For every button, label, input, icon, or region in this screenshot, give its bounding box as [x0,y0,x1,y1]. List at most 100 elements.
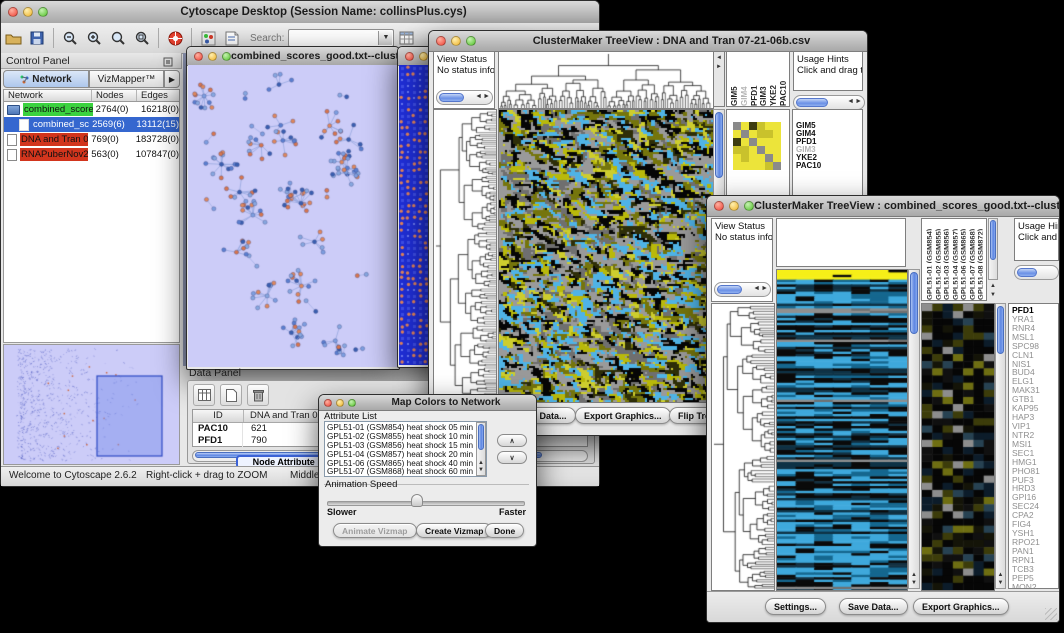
column-label[interactable]: GIM3 [759,52,766,106]
dialog-titlebar[interactable]: Map Colors to Network [319,395,536,411]
attribute-list-vscrollbar[interactable]: ▲ ▼ [476,422,486,476]
scroll-left-icon[interactable]: ◄ [847,96,854,108]
close-icon[interactable] [324,399,332,407]
column-label[interactable]: GPL51-01 (GSM854) [925,219,932,300]
column-dendrogram-canvas[interactable] [498,51,714,109]
gene-list-vscrollbar[interactable]: ▲ ▼ [995,303,1006,589]
delete-attribute-icon[interactable] [247,384,269,406]
slider-thumb[interactable] [411,494,423,507]
view-status-scrollbar[interactable]: ◄ ► [714,282,771,297]
attribute-list-item[interactable]: GPL51-07 (GSM868) heat shock 60 min [327,467,486,476]
scroll-down-icon[interactable]: ▼ [909,580,919,587]
scroll-right-icon[interactable]: ► [855,96,862,108]
attribute-list-item[interactable]: GPL51-06 (GSM865) heat shock 40 min [327,459,486,468]
network-list-row[interactable]: RNAPuberNov2+I 563(0) 107847(0) [4,147,179,162]
gene-label[interactable]: MON2 [1012,583,1058,589]
id-column-header[interactable]: ID [193,410,244,422]
help-lifering-icon[interactable] [163,27,187,49]
treeview-button[interactable]: Settings... [765,598,826,615]
column-label[interactable]: GPL51-08 (GSM872) [976,219,983,300]
resize-grip[interactable] [1045,608,1057,620]
network-canvas[interactable] [188,65,397,367]
animation-speed-slider[interactable] [327,501,525,506]
scroll-thumb[interactable] [1017,268,1037,277]
minimize-icon[interactable] [419,52,428,61]
network-list-row[interactable]: DNA and Tran 07 769(0) 183728(0) [4,132,179,147]
correlation-matrix[interactable] [733,122,781,170]
close-icon[interactable] [714,201,724,211]
treeview-button[interactable]: Save Data... [839,598,908,615]
attribute-list-item[interactable]: GPL51-02 (GSM855) heat shock 10 min [327,432,486,441]
scroll-left-icon[interactable]: ◄ [753,283,760,295]
open-session-icon[interactable] [1,27,25,49]
treeview-button[interactable]: Export Graphics... [575,407,671,424]
tab-vizmapper[interactable]: VizMapper™ [89,70,164,88]
column-label[interactable]: GPL51-06 (GSM865) [959,219,966,300]
move-down-button[interactable]: ∨ [497,451,527,464]
dialog-button[interactable]: Create Vizmap [416,523,492,538]
row-dendrogram-canvas[interactable] [711,303,775,591]
new-attribute-icon[interactable] [220,384,242,406]
save-session-icon[interactable] [25,27,49,49]
row-label[interactable]: PAC10 [796,162,862,170]
zoom-window-icon[interactable] [38,7,48,17]
column-label[interactable]: GPL51-04 (GSM857) [951,219,958,300]
scroll-right-icon[interactable]: ► [714,64,724,71]
minimize-icon[interactable] [451,36,461,46]
scroll-up-icon[interactable]: ▲ [996,572,1005,579]
network-list-row[interactable]: combined_sco 2569(6) 13112(15) [4,117,179,132]
zoom-in-icon[interactable] [82,27,106,49]
dialog-button[interactable]: Animate Vizmap [333,523,417,538]
tab-overflow-arrow[interactable]: ▶ [164,70,180,88]
scroll-thumb[interactable] [990,220,996,260]
move-up-button[interactable]: ∧ [497,434,527,447]
column-label[interactable]: GPL51-03 (GSM856) [942,219,949,300]
zoom-selected-icon[interactable] [130,27,154,49]
search-dropdown-icon[interactable]: ▼ [378,31,392,45]
heatmap-vscrollbar[interactable]: ▲ ▼ [908,269,920,589]
attribute-list-item[interactable]: GPL51-03 (GSM856) heat shock 15 min [327,441,486,450]
scroll-down-icon[interactable]: ▼ [477,467,485,474]
scroll-left-icon[interactable]: ◄ [714,55,724,62]
column-header-network[interactable]: Network [4,90,92,101]
view-status-scrollbar[interactable]: ◄ ► [436,90,493,105]
column-header-nodes[interactable]: Nodes [92,90,137,101]
scroll-down-icon[interactable]: ▼ [996,580,1005,587]
zoom-fit-icon[interactable] [106,27,130,49]
tab-network[interactable]: Network [3,70,89,88]
scroll-left-icon[interactable]: ◄ [475,91,482,103]
column-labels-vscrollbar[interactable] [988,218,998,280]
scroll-right-icon[interactable]: ► [761,283,768,295]
column-label[interactable]: PFD1 [750,52,757,106]
row-dendrogram-canvas[interactable] [433,109,497,403]
minimize-icon[interactable] [729,201,739,211]
minimize-icon[interactable] [208,52,217,61]
column-label[interactable]: YKE2 [769,52,776,106]
treeview2-titlebar[interactable]: ClusterMaker TreeView : combined_scores_… [707,196,1059,217]
zoom-out-icon[interactable] [58,27,82,49]
scroll-thumb[interactable] [439,93,464,102]
scroll-thumb[interactable] [910,272,918,334]
network-view-titlebar[interactable]: combined_scores_good.txt--cluste... [187,47,399,66]
usage-hints-scrollbar[interactable]: ◄ ► [793,95,865,110]
network-list-row[interactable]: combined_scores_ 2764(0) 16218(0) [4,102,179,117]
minimize-icon[interactable] [23,7,33,17]
scroll-thumb[interactable] [715,112,723,178]
usage-hints-scrollbar[interactable] [1014,265,1059,280]
dialog-button[interactable]: Done [485,523,524,538]
treeview-button[interactable]: Export Graphics... [913,598,1009,615]
close-icon[interactable] [8,7,18,17]
attribute-list-item[interactable]: GPL51-01 (GSM854) heat shock 05 min [327,423,486,432]
scroll-thumb[interactable] [717,285,742,294]
zoom-window-icon[interactable] [222,52,231,61]
scroll-up-icon[interactable]: ▲ [988,283,998,290]
minimize-icon[interactable] [336,399,344,407]
search-input[interactable]: ▼ [288,29,394,47]
scroll-right-icon[interactable]: ► [483,91,490,103]
scroll-down-icon[interactable]: ▼ [988,292,998,299]
zoom-window-icon[interactable] [348,399,356,407]
select-attributes-icon[interactable] [193,384,215,406]
scroll-thumb[interactable] [796,98,828,107]
global-heatmap-canvas[interactable] [498,109,714,403]
main-titlebar[interactable]: Cytoscape Desktop (Session Name: collins… [1,1,599,24]
